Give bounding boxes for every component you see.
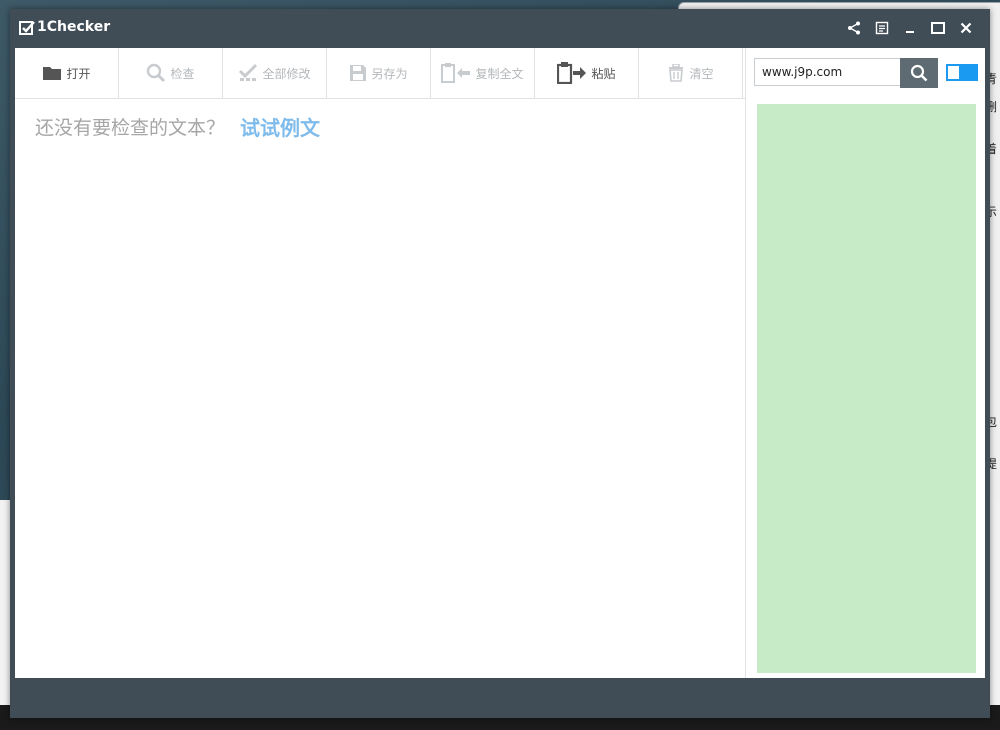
search-icon	[910, 64, 928, 82]
notes-icon	[875, 21, 889, 35]
share-button[interactable]	[842, 17, 866, 39]
content-panel: 打开 检查 全部修改 另存为 复制全文 粘贴 清空 还没有要检查的文本？ 试试例…	[15, 48, 985, 678]
toggle-knob	[959, 66, 976, 79]
text-editor[interactable]: 还没有要检查的文本？ 试试例文	[15, 99, 745, 678]
folder-icon	[42, 65, 62, 81]
fix-all-button[interactable]: 全部修改	[223, 48, 327, 98]
copy-all-button[interactable]: 复制全文	[431, 48, 535, 98]
close-button[interactable]	[954, 17, 978, 39]
share-icon	[848, 21, 860, 35]
minimize-button[interactable]	[898, 17, 922, 39]
close-icon	[960, 22, 972, 34]
search-button[interactable]	[900, 58, 938, 88]
magnifier-icon	[146, 63, 166, 83]
app-logo-icon	[19, 20, 35, 36]
floppy-icon	[349, 64, 367, 82]
checkmarks-icon	[238, 63, 258, 83]
save-as-button-label: 另存为	[371, 66, 408, 81]
empty-prompt: 还没有要检查的文本？	[35, 117, 226, 139]
clear-button-label: 清空	[689, 66, 714, 81]
sidebar	[746, 48, 985, 678]
paste-button-label: 粘贴	[591, 66, 616, 81]
toolbar: 打开 检查 全部修改 另存为 复制全文 粘贴 清空	[15, 48, 745, 99]
check-button[interactable]: 检查	[119, 48, 223, 98]
maximize-button[interactable]	[926, 17, 950, 39]
title-bar[interactable]: 1Checker	[10, 9, 990, 47]
save-as-button[interactable]: 另存为	[327, 48, 431, 98]
clear-button[interactable]: 清空	[639, 48, 743, 98]
fix-all-button-label: 全部修改	[262, 66, 311, 81]
search-input[interactable]	[754, 58, 900, 86]
ad-panel	[757, 104, 976, 673]
app-window: 1Checker 打开 检查 全部修改 另存为 复制全文 粘贴 清空 还没有要检…	[10, 9, 990, 718]
maximize-icon	[931, 22, 945, 34]
app-title: 1Checker	[37, 19, 111, 35]
mode-toggle[interactable]	[946, 64, 978, 81]
minimize-icon	[906, 31, 914, 33]
open-button[interactable]: 打开	[15, 48, 119, 98]
feedback-button[interactable]	[870, 17, 894, 39]
check-button-label: 检查	[170, 66, 195, 81]
clipboard-paste-icon	[557, 62, 587, 84]
open-button-label: 打开	[66, 66, 91, 81]
trash-icon	[667, 64, 685, 82]
paste-button[interactable]: 粘贴	[535, 48, 639, 98]
try-example-link[interactable]: 试试例文	[240, 112, 320, 141]
copy-all-button-label: 复制全文	[475, 66, 524, 81]
clipboard-copy-icon	[441, 63, 471, 83]
